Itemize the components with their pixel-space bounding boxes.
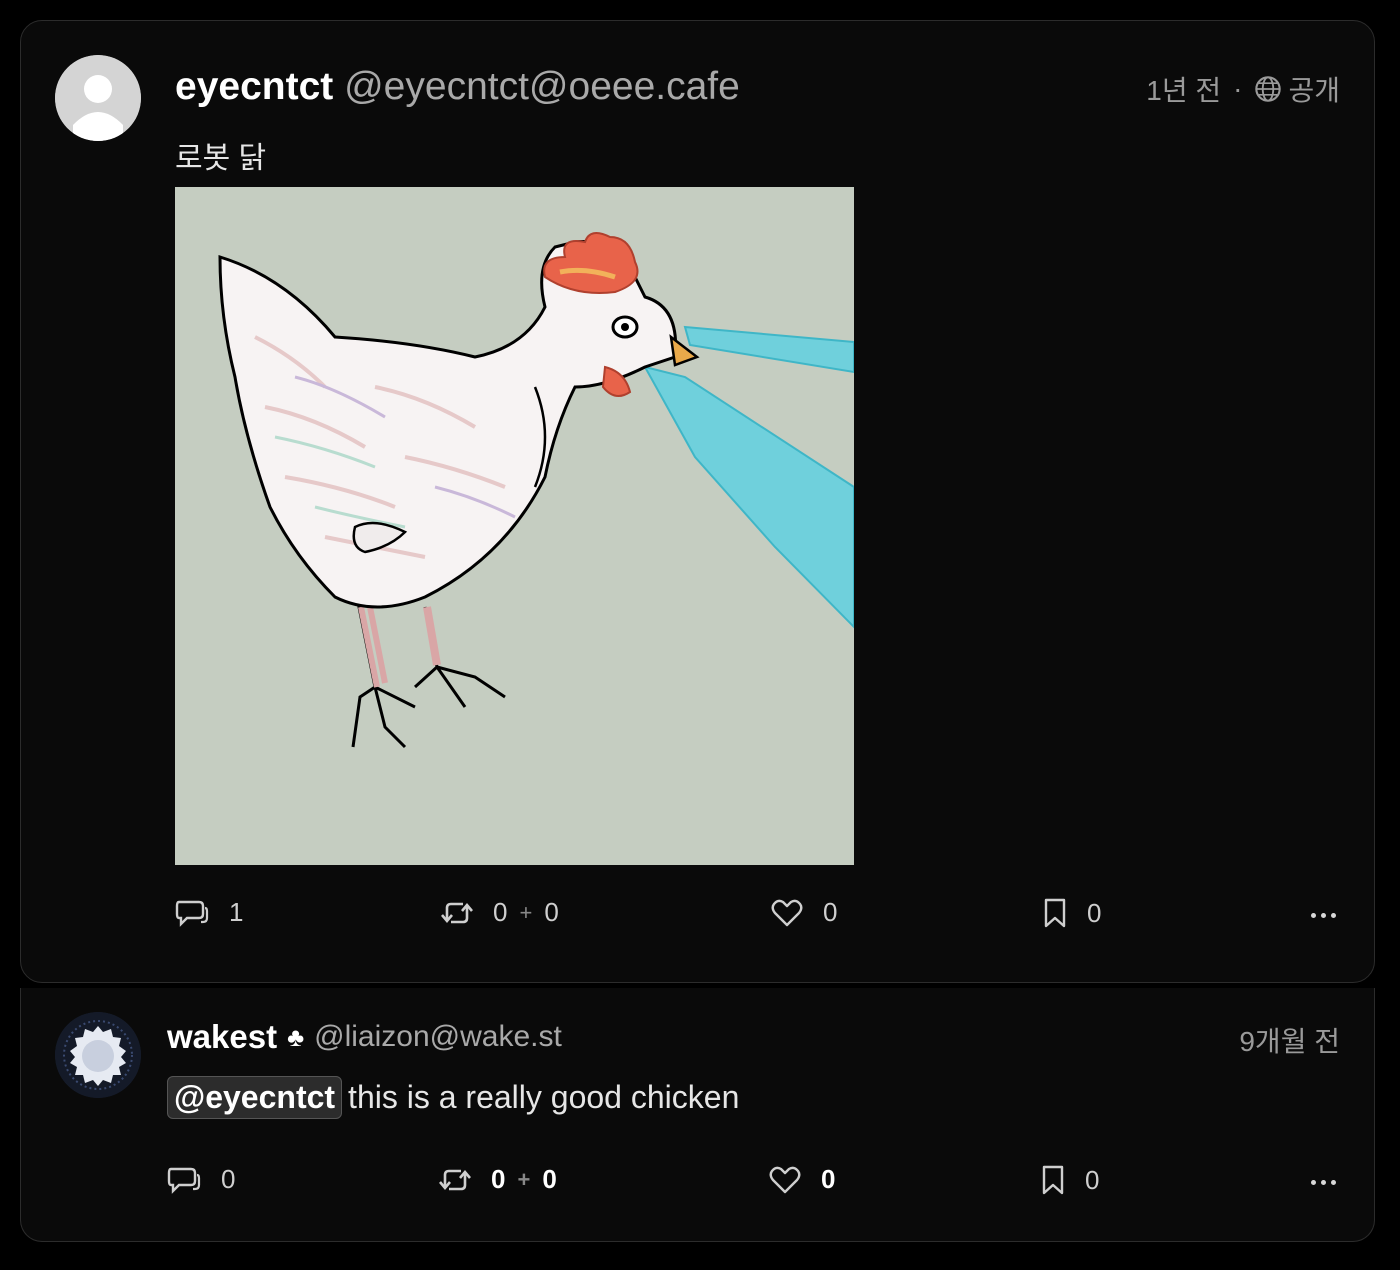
reply-reply-button[interactable]: 0 bbox=[167, 1164, 235, 1195]
boost-icon bbox=[439, 1169, 471, 1190]
plus-separator: + bbox=[519, 899, 533, 925]
reply-text: @eyecntct this is a really good chicken bbox=[167, 1076, 739, 1119]
globe-icon bbox=[1255, 76, 1282, 102]
reply-boost-counts: 0 + 0 bbox=[491, 1164, 557, 1195]
reply-like-count: 0 bbox=[821, 1164, 836, 1194]
post-image[interactable] bbox=[175, 187, 855, 865]
bookmark-button[interactable]: 0 bbox=[1043, 897, 1101, 929]
like-count: 0 bbox=[823, 897, 838, 927]
more-icon[interactable] bbox=[1311, 1180, 1336, 1185]
author-name[interactable]: eyecntct bbox=[175, 65, 333, 108]
reply-plus-separator: + bbox=[517, 1166, 531, 1192]
reply-author-handle[interactable]: @liaizon@wake.st bbox=[314, 1020, 562, 1054]
reply-icon bbox=[167, 1167, 201, 1194]
reply-body: this is a really good chicken bbox=[348, 1079, 740, 1115]
heart-icon bbox=[771, 899, 803, 926]
mention-link[interactable]: @eyecntct bbox=[167, 1076, 343, 1119]
boost-count: 0 bbox=[493, 897, 508, 927]
meta-separator: · bbox=[1233, 73, 1243, 104]
reply-time[interactable]: 9개월 전 bbox=[1239, 1020, 1340, 1060]
bookmark-icon bbox=[1044, 898, 1066, 928]
reply-author-name[interactable]: wakest bbox=[167, 1018, 277, 1056]
reply-boost-button[interactable]: 0 + 0 bbox=[439, 1164, 557, 1195]
reply-bookmark-count: 0 bbox=[1085, 1164, 1100, 1195]
reply-boost-count: 0 bbox=[491, 1164, 506, 1194]
reply-quote-count: 0 bbox=[542, 1164, 557, 1194]
post-time[interactable]: 1년 전 bbox=[1146, 69, 1221, 109]
reply-count: 1 bbox=[229, 897, 244, 927]
quote-count: 0 bbox=[544, 897, 559, 927]
reply-card: wakest ♣ @liaizon@wake.st 9개월 전 @eyecntc… bbox=[20, 988, 1375, 1242]
like-button[interactable]: 0 bbox=[771, 897, 837, 928]
reply-reply-count: 0 bbox=[221, 1164, 236, 1194]
author-avatar[interactable] bbox=[55, 55, 141, 141]
bookmark-icon bbox=[1042, 1165, 1064, 1195]
reply-icon bbox=[175, 900, 209, 927]
bookmark-count: 0 bbox=[1087, 897, 1102, 928]
boost-counts: 0 + 0 bbox=[493, 897, 559, 928]
chicken-drawing bbox=[175, 187, 855, 865]
post-meta: 1년 전 · 공개 bbox=[1146, 69, 1340, 109]
reply-header: wakest ♣ @liaizon@wake.st bbox=[167, 1018, 562, 1056]
boost-button[interactable]: 0 + 0 bbox=[441, 897, 559, 928]
visibility-label: 공개 bbox=[1288, 75, 1340, 106]
post-card: eyecntct @eyecntct@oeee.cafe 1년 전 · 공개 로… bbox=[20, 20, 1375, 983]
reply-bookmark-button[interactable]: 0 bbox=[1041, 1164, 1099, 1196]
reply-button[interactable]: 1 bbox=[175, 897, 243, 928]
more-icon[interactable] bbox=[1311, 913, 1336, 918]
post-header: eyecntct @eyecntct@oeee.cafe bbox=[175, 65, 740, 109]
wakest-avatar-icon bbox=[55, 1012, 141, 1098]
author-badge: ♣ bbox=[287, 1021, 305, 1052]
visibility: 공개 bbox=[1254, 69, 1340, 109]
reply-author-avatar[interactable] bbox=[55, 1012, 141, 1098]
author-handle[interactable]: @eyecntct@oeee.cafe bbox=[344, 65, 740, 108]
reply-like-button[interactable]: 0 bbox=[769, 1164, 835, 1195]
post-text: 로봇 닭 bbox=[175, 142, 267, 175]
boost-icon bbox=[441, 902, 473, 923]
heart-icon bbox=[769, 1166, 801, 1193]
default-avatar-icon bbox=[55, 55, 141, 141]
